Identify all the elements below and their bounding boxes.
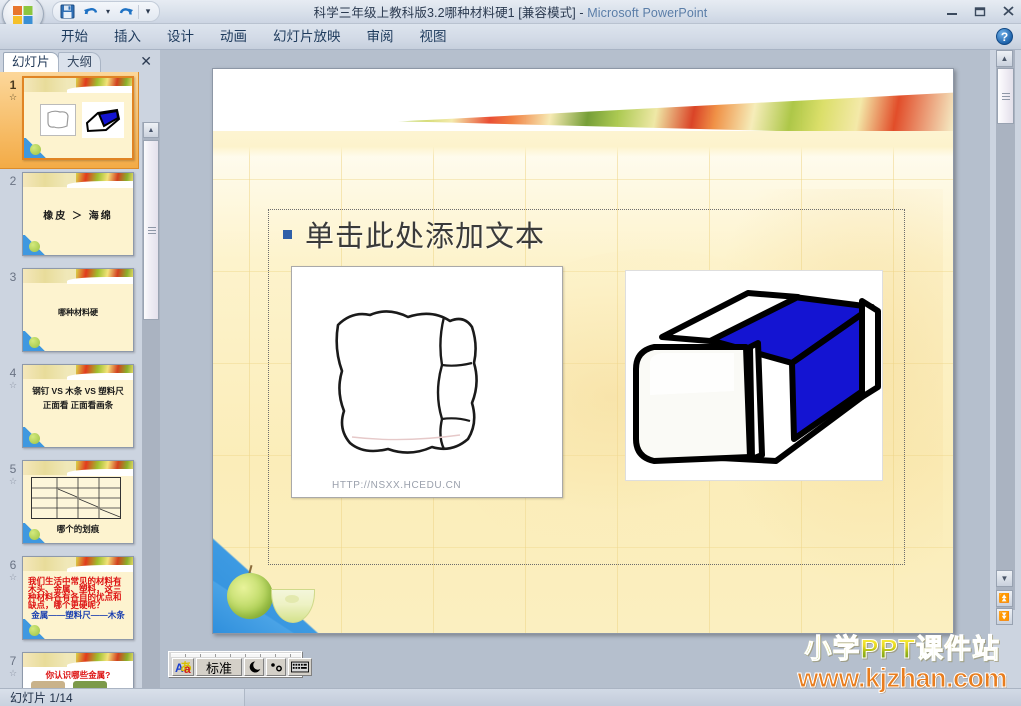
minimize-button[interactable] [943, 3, 961, 19]
ime-keyboard-button[interactable] [288, 658, 312, 676]
thumbnail-slide-7[interactable]: 7 ☆ 你认识哪些金属? [0, 648, 142, 688]
thumbnail-slide-1[interactable]: 1 ☆ [0, 72, 139, 169]
thumbnail-slide-5[interactable]: 5 ☆ 哪个的划痕 [0, 456, 142, 552]
close-icon [1002, 6, 1014, 16]
thumbnail-text: 我们生活中常见的材料有木头、金属、塑料，这三种材料各有各自的优点和缺点，哪个更硬… [28, 576, 122, 610]
thumbnail-list: 1 ☆ 2 橡皮 ＞ 海绵 3 哪种材料硬 4 ☆ 钢钉 VS 木条 VS 塑料… [0, 72, 142, 688]
ime-drag-handle[interactable] [171, 653, 301, 657]
thumbnail-image: 我们生活中常见的材料有木头、金属、塑料，这三种材料各有各自的优点和缺点，哪个更硬… [22, 556, 134, 640]
eraser-mini-icon [85, 108, 121, 133]
thumbnail-text: 钢钉 VS 木条 VS 塑料尺 [32, 386, 124, 396]
slides-pane: 幻灯片 大纲 ✕ 1 ☆ 2 橡皮 ＞ 海绵 3 哪种材料硬 4 ☆ 钢钉 VS… [0, 50, 160, 706]
punctuation-icon [270, 662, 282, 671]
scroll-up-arrow[interactable]: ▲ [996, 50, 1013, 67]
thumbnail-slide-6[interactable]: 6 ☆ 我们生活中常见的材料有木头、金属、塑料，这三种材料各有各自的优点和缺点，… [0, 552, 142, 648]
thumbnail-text: 哪种材料硬 [58, 308, 98, 317]
tab-design[interactable]: 设计 [154, 24, 207, 50]
window-controls [943, 0, 1017, 22]
thumbnail-number: 6 [9, 558, 17, 572]
powerpoint-window: ▾ ▾ 科学三年级上教科版3.2哪种材料硬1 [兼容模式] - Microsof… [0, 0, 1021, 706]
thumbnail-number: 1 [9, 78, 17, 92]
thumbnail-image: 橡皮 ＞ 海绵 [22, 172, 134, 256]
thumbnail-text-2: 正面看 正面看画条 [42, 400, 114, 410]
animation-star-icon: ☆ [8, 572, 18, 582]
tab-slideshow[interactable]: 幻灯片放映 [260, 24, 354, 50]
status-bar: 幻灯片 1/14 [0, 688, 1021, 706]
keyboard-icon [291, 661, 309, 673]
current-slide[interactable]: 单击此处添加文本 HTTP://NSXX.HCEDU.CN [212, 68, 954, 634]
thumbnail-text: 你认识哪些金属? [45, 670, 111, 680]
content-placeholder[interactable]: 单击此处添加文本 HTTP://NSXX.HCEDU.CN [268, 209, 905, 565]
slide-scrollbar[interactable]: ▲ ▼ ⏫ ⏬ [990, 50, 1021, 688]
thumbnail-slide-4[interactable]: 4 ☆ 钢钉 VS 木条 VS 塑料尺 正面看 正面看画条 [0, 360, 142, 456]
thumbnail-slide-2[interactable]: 2 橡皮 ＞ 海绵 [0, 168, 142, 264]
eraser-picture[interactable] [625, 270, 883, 481]
tab-review[interactable]: 审阅 [354, 24, 407, 50]
window-title-app: Microsoft PowerPoint [587, 6, 708, 20]
thumbnail-text: 橡皮 ＞ 海绵 [43, 211, 113, 222]
sponge-outline-icon [335, 310, 478, 454]
tab-insert[interactable]: 插入 [101, 24, 154, 50]
minimize-icon [947, 13, 957, 15]
scroll-down-arrow[interactable]: ▼ [996, 570, 1013, 587]
ime-crescent-button[interactable] [244, 658, 264, 676]
sponge-picture[interactable]: HTTP://NSXX.HCEDU.CN [291, 266, 563, 498]
animation-star-icon: ☆ [8, 668, 18, 678]
slide-counter: 幻灯片 1/14 [0, 689, 245, 706]
thumbnail-number: 7 [9, 654, 17, 668]
tab-slides[interactable]: 幻灯片 [3, 52, 59, 72]
title-bar: ▾ ▾ 科学三年级上教科版3.2哪种材料硬1 [兼容模式] - Microsof… [0, 0, 1021, 33]
ime-toolbar[interactable]: A あ a 标准 [168, 651, 312, 677]
thumbnail-image [22, 76, 134, 160]
ribbon-tab-bar: 开始 插入 设计 动画 幻灯片放映 审阅 视图 ? [0, 24, 1021, 50]
thumbnail-image: 哪个的划痕 [22, 460, 134, 544]
thumbnail-number: 3 [9, 270, 17, 284]
scroll-thumb[interactable] [143, 140, 159, 320]
help-icon[interactable]: ? [996, 28, 1013, 45]
animation-star-icon: ☆ [8, 380, 18, 390]
placeholder-prompt-text: 单击此处添加文本 [305, 221, 546, 253]
tab-outline[interactable]: 大纲 [58, 52, 102, 72]
ime-language-icon[interactable]: A あ a [172, 658, 194, 676]
tab-view[interactable]: 视图 [407, 24, 460, 50]
restore-icon [974, 7, 985, 17]
thumbnail-slide-3[interactable]: 3 哪种材料硬 [0, 264, 142, 360]
animation-star-icon: ☆ [8, 476, 18, 486]
crescent-icon [249, 661, 260, 672]
comparison-table-icon [31, 477, 121, 519]
thumbnail-image: 钢钉 VS 木条 VS 塑料尺 正面看 正面看画条 [22, 364, 134, 448]
current-slide-wrapper: 单击此处添加文本 HTTP://NSXX.HCEDU.CN [212, 68, 954, 634]
slide-editor-area: 单击此处添加文本 HTTP://NSXX.HCEDU.CN [160, 50, 990, 688]
next-slide-button[interactable]: ⏬ [996, 608, 1013, 625]
scroll-up-arrow[interactable]: ▲ [143, 122, 159, 138]
tab-animations[interactable]: 动画 [207, 24, 260, 50]
close-button[interactable] [999, 3, 1017, 19]
tab-home[interactable]: 开始 [48, 24, 101, 50]
window-title-document: 科学三年级上教科版3.2哪种材料硬1 [兼容模式] [313, 6, 576, 20]
thumbnail-number: 2 [9, 174, 17, 188]
window-title: 科学三年级上教科版3.2哪种材料硬1 [兼容模式] - Microsoft Po… [0, 2, 1021, 21]
scroll-thumb[interactable] [997, 68, 1014, 124]
apple-whole-image [227, 573, 273, 619]
thumbnail-image: 你认识哪些金属? [22, 652, 134, 688]
ime-mode-button[interactable]: 标准 [196, 658, 242, 676]
banner-fade [213, 131, 953, 157]
thumbnail-image: 哪种材料硬 [22, 268, 134, 352]
close-pane-icon[interactable]: ✕ [140, 53, 152, 69]
eraser-illustration-icon [626, 271, 882, 480]
previous-slide-button[interactable]: ⏫ [996, 590, 1013, 607]
thumbnail-number: 4 [9, 366, 17, 380]
animation-star-icon: ☆ [8, 92, 18, 102]
bullet-square-icon [283, 230, 292, 239]
thumbnail-number: 5 [9, 462, 17, 476]
ime-punctuation-button[interactable] [266, 658, 286, 676]
sponge-mini-icon [47, 110, 69, 129]
restore-button[interactable] [971, 3, 989, 19]
ribbon-tabs: 开始 插入 设计 动画 幻灯片放映 审阅 视图 [48, 24, 460, 50]
picture-url-caption: HTTP://NSXX.HCEDU.CN [332, 480, 462, 491]
window-title-separator: - [575, 6, 588, 20]
apple-core [285, 595, 299, 603]
slides-pane-scrollbar[interactable]: ▲ ▼ [142, 122, 160, 706]
pane-tab-bar: 幻灯片 大纲 ✕ [0, 50, 160, 72]
